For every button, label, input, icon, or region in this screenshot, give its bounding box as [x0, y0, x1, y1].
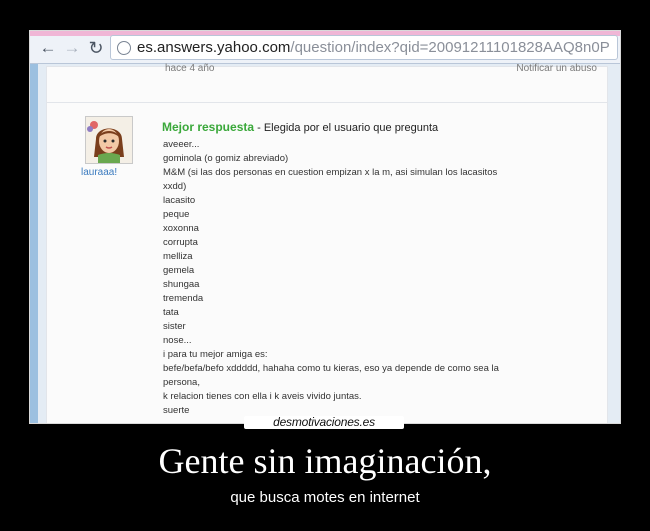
answer-line: xxdd) — [163, 181, 187, 192]
poster-title: Gente sin imaginación, — [158, 441, 492, 481]
answer-line: k relacion tienes con ella i k aveis viv… — [163, 391, 362, 402]
answer-line: M&M (si las dos personas en cuestion emp… — [163, 167, 498, 178]
globe-icon — [117, 40, 131, 55]
divider — [47, 102, 607, 103]
answer-line: sister — [163, 321, 186, 332]
answer-line: shungaa — [163, 279, 200, 290]
browser-toolbar: ← → ↻ es.answers.yahoo.com /question/ind… — [30, 31, 620, 64]
url-path: /question/index?qid=20091211101828AAQ8n0… — [290, 39, 610, 56]
answer-line: lacasito — [163, 195, 196, 206]
avatar-image — [86, 117, 132, 163]
answer-line: gominola (o gomiz abreviado) — [163, 153, 289, 164]
avatar[interactable] — [85, 116, 133, 164]
reload-icon[interactable]: ↻ — [86, 38, 106, 58]
url-host: es.answers.yahoo.com — [137, 39, 291, 56]
answer-line: peque — [163, 209, 190, 220]
answer-line: melliza — [163, 251, 193, 262]
timestamp-text: hace 4 año — [165, 63, 215, 74]
answer-line: tremenda — [163, 293, 204, 304]
back-arrow-icon[interactable]: ← — [38, 38, 58, 58]
address-bar[interactable]: es.answers.yahoo.com /question/index?qid… — [110, 35, 618, 60]
web-page: hace 4 año Notificar un abuso lauraaa! M… — [30, 63, 620, 423]
answer-line: aveeer... — [163, 139, 200, 150]
best-answer-label: Mejor respuesta — [162, 120, 255, 134]
answer-header: Mejor respuesta - Elegida por el usuario… — [162, 120, 438, 134]
answer-line: gemela — [163, 265, 195, 276]
username-link[interactable]: lauraaa! — [81, 167, 117, 178]
forward-arrow-icon[interactable]: → — [62, 38, 82, 58]
answer-line: befe/befa/befo xddddd, hahaha como tu ki… — [163, 363, 499, 374]
answer-line: corrupta — [163, 237, 198, 248]
answer-line: nose... — [163, 335, 192, 346]
answer-line: i para tu mejor amiga es: — [163, 349, 268, 360]
report-abuse-link[interactable]: Notificar un abuso — [516, 63, 597, 74]
answer-line: xoxonna — [163, 223, 199, 234]
answer-text: aveeer... gominola (o gomiz abreviado) M&M… — [163, 138, 593, 418]
screenshot-frame: ← → ↻ es.answers.yahoo.com /question/ind… — [29, 30, 621, 424]
chosen-by-text: - Elegida por el usuario que pregunta — [254, 122, 439, 134]
answer-line: persona, — [163, 377, 200, 388]
answer-card: hace 4 año Notificar un abuso lauraaa! M… — [46, 63, 608, 423]
site-watermark: desmotivaciones.es — [244, 416, 404, 429]
answer-line: tata — [163, 307, 179, 318]
poster-subtitle: que busca motes en internet — [230, 489, 420, 506]
